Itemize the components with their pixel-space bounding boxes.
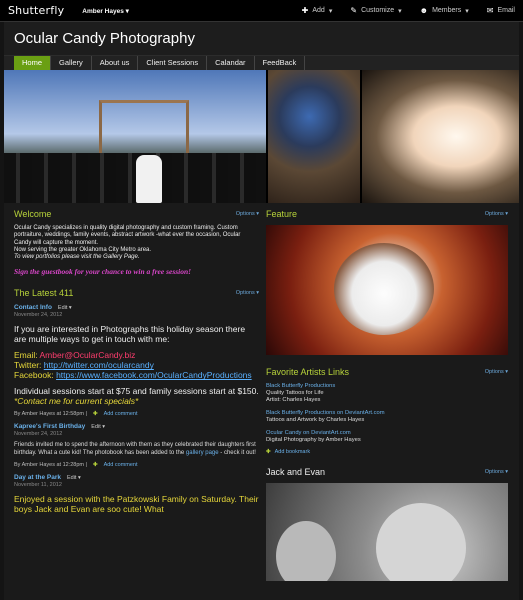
link-item: Black Butterfly Productions Quality Tatt… <box>266 383 336 403</box>
jack-heading: Jack and Evan <box>266 467 326 477</box>
add-comment-icon: ✚ <box>92 411 98 418</box>
link-item: Ocular Candy on DeviantArt.com Digital P… <box>266 430 361 443</box>
post-title-park[interactable]: Day at the Park <box>14 474 61 481</box>
wrench-icon: ✎ <box>350 6 358 15</box>
welcome-options[interactable]: Options ▾ <box>236 211 259 217</box>
facebook-link[interactable]: https://www.facebook.com/OcularCandyProd… <box>56 370 252 380</box>
email-link[interactable]: ✉ Email <box>487 6 515 15</box>
jack-evan-photo[interactable] <box>266 483 508 581</box>
left-column: Welcome Options ▾ Ocular Candy specializ… <box>14 209 259 515</box>
top-bar: Shutterfly Amber Hayes ▾ ✚ Add ▾ ✎ Customiz… <box>0 0 523 22</box>
post-title-contact[interactable]: Contact Info <box>14 304 52 311</box>
envelope-icon: ✉ <box>486 6 494 15</box>
link-item: Black Butterfly Productions on DeviantAr… <box>266 410 385 423</box>
welcome-text: Ocular Candy specializes in quality digi… <box>14 225 241 261</box>
edit-menu[interactable]: Edit ▾ <box>67 475 81 481</box>
site-title[interactable]: Ocular Candy Photography <box>4 22 519 47</box>
add-comment-icon: ✚ <box>92 462 98 469</box>
latest-heading: The Latest 411 <box>14 288 74 299</box>
nav-gallery[interactable]: Gallery <box>51 56 92 70</box>
nav-home[interactable]: Home <box>14 56 52 70</box>
tattoo-photo <box>268 70 360 203</box>
site-header: Ocular Candy Photography <box>4 22 519 56</box>
twitter-link[interactable]: http://twitter.com/ocularcandy <box>44 360 154 370</box>
main-nav: Home Gallery About us Client Sessions Ca… <box>4 56 519 70</box>
wedding-photo <box>4 70 266 203</box>
main-content: Welcome Options ▾ Ocular Candy specializ… <box>4 203 519 600</box>
banner-images <box>4 70 519 203</box>
gallery-page-link[interactable]: gallery page <box>186 450 219 456</box>
guestbook-promo[interactable]: Sign the guestbook for your chance to wi… <box>14 267 259 276</box>
favorites-heading: Favorite Artists Links <box>266 367 350 377</box>
feature-heading: Feature <box>266 209 298 219</box>
members-menu[interactable]: ☻ Members ▾ <box>420 6 469 15</box>
user-menu[interactable]: Amber Hayes ▾ <box>82 7 129 15</box>
plus-icon: ✚ <box>301 6 309 15</box>
nav-about-us[interactable]: About us <box>92 56 139 70</box>
customize-menu[interactable]: ✎ Customize ▾ <box>350 6 401 15</box>
person-icon: ☻ <box>419 6 429 15</box>
post-title-birthday[interactable]: Kapree's First Birthday <box>14 423 85 430</box>
add-comment-link[interactable]: Add comment <box>104 462 138 468</box>
rose-photo <box>362 70 519 203</box>
nav-feedback[interactable]: FeedBack <box>255 56 306 70</box>
add-menu[interactable]: ✚ Add ▾ <box>302 6 333 15</box>
welcome-heading: Welcome <box>14 209 52 219</box>
email-link[interactable]: Amber@OcularCandy.biz <box>40 350 136 360</box>
nav-client-sessions[interactable]: Client Sessions <box>138 56 208 70</box>
edit-menu[interactable]: Edit ▾ <box>58 305 72 311</box>
add-bookmark-icon: ✚ <box>266 449 271 455</box>
feature-dog-photo[interactable] <box>266 225 508 355</box>
shutterfly-logo[interactable]: Shutterfly <box>8 4 64 17</box>
add-bookmark-link[interactable]: Add bookmark <box>275 449 310 455</box>
jack-options[interactable]: Options ▾ <box>485 469 508 475</box>
nav-calendar[interactable]: Calandar <box>207 56 255 70</box>
add-comment-link[interactable]: Add comment <box>104 411 138 417</box>
feature-options[interactable]: Options ▾ <box>485 211 508 217</box>
latest-options[interactable]: Options ▾ <box>236 290 259 296</box>
right-column: Feature Options ▾ Favorite Artists Links… <box>266 203 508 581</box>
favorites-options[interactable]: Options ▾ <box>485 369 508 375</box>
edit-menu[interactable]: Edit ▾ <box>91 424 105 430</box>
